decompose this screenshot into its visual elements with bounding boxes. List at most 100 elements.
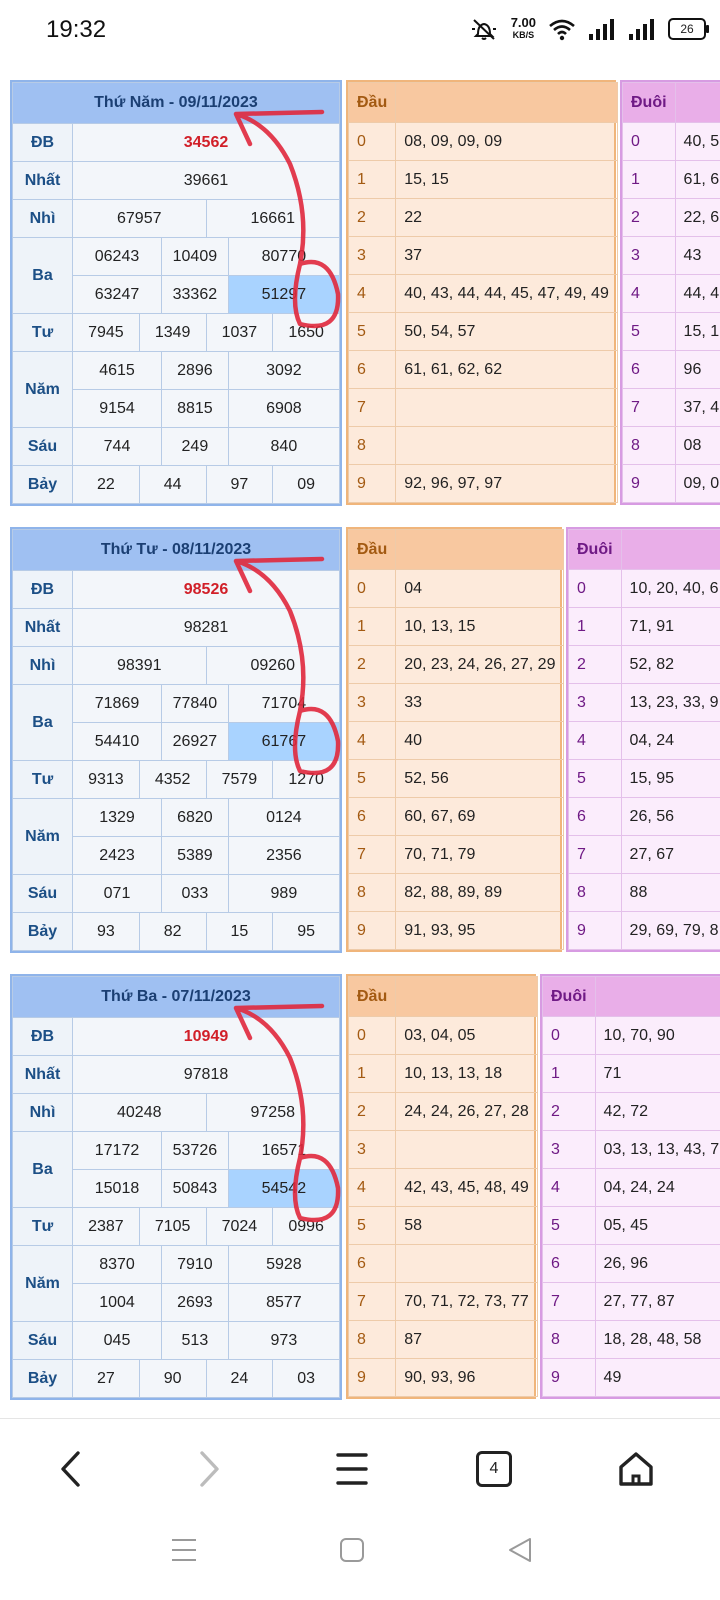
tabs-button[interactable]: 4 bbox=[472, 1447, 516, 1491]
prize-value: 82 bbox=[138, 912, 207, 951]
table-row: 7 bbox=[347, 388, 618, 427]
prize-value: 71704 bbox=[227, 684, 341, 723]
dau-values: 37 bbox=[395, 236, 618, 275]
system-back-button[interactable] bbox=[498, 1528, 542, 1572]
prize-value: 44 bbox=[138, 465, 207, 504]
digit-cell: 9 bbox=[542, 1358, 596, 1397]
duoi-table: Đuôi 0 10, 20, 40, 6 1 71, 91 2 52, 82 3 13, 23,… bbox=[566, 527, 720, 952]
dau-table: Đầu 0 08, 09, 09, 09 1 15, 15 2 22 3 37 4 40, 43, … bbox=[346, 80, 618, 505]
results-page[interactable]: Thứ Năm - 09/11/2023 ĐB 34562 Nhất 39661 Nhì 6… bbox=[0, 64, 720, 1418]
digit-cell: 7 bbox=[568, 835, 622, 874]
prize-value: 1329 bbox=[72, 798, 162, 837]
chevron-right-icon bbox=[200, 1451, 219, 1487]
prize-label: Bảy bbox=[12, 465, 73, 504]
prize-value: 045 bbox=[72, 1321, 162, 1360]
dau-values bbox=[395, 426, 618, 465]
table-row: 1 61, 6 bbox=[622, 160, 720, 199]
table-row: 0 04 bbox=[347, 569, 565, 608]
digit-cell: 4 bbox=[542, 1168, 596, 1207]
prize-label: Năm bbox=[12, 351, 73, 428]
digit-cell: 5 bbox=[542, 1206, 596, 1245]
table-row: 2 52, 82 bbox=[568, 645, 720, 684]
dau-values bbox=[395, 388, 618, 427]
digit-cell: 1 bbox=[347, 607, 397, 646]
table-row: 7 27, 77, 87 bbox=[542, 1282, 720, 1321]
recent-apps-button[interactable] bbox=[162, 1528, 206, 1572]
table-row: 6 60, 67, 69 bbox=[347, 797, 565, 836]
table-row: 3 33 bbox=[347, 683, 565, 722]
prize-value: 98391 bbox=[72, 646, 207, 685]
prize-value: 16571 bbox=[227, 1131, 341, 1170]
dau-values: 40, 43, 44, 44, 45, 47, 49, 49 bbox=[395, 274, 618, 313]
home-system-button[interactable] bbox=[330, 1528, 374, 1572]
prize-value: 1650 bbox=[272, 313, 340, 352]
duoi-header-spacer bbox=[620, 529, 720, 570]
table-row: 2 20, 23, 24, 26, 27, 29 bbox=[347, 645, 565, 684]
digit-cell: 4 bbox=[347, 1168, 397, 1207]
digit-cell: 7 bbox=[347, 1282, 397, 1321]
prize-value: 98281 bbox=[72, 608, 340, 647]
table-row: 0 10, 70, 90 bbox=[542, 1016, 720, 1055]
prize-label: Tư bbox=[12, 313, 73, 352]
digit-cell: 7 bbox=[347, 835, 397, 874]
duoi-values: 03, 13, 13, 43, 7 bbox=[594, 1130, 720, 1169]
prize-label: Bảy bbox=[12, 912, 73, 951]
table-row: 5 15, 1 bbox=[622, 312, 720, 351]
back-button[interactable] bbox=[48, 1447, 92, 1491]
prize-value: 3092 bbox=[227, 351, 341, 390]
prize-label: Nhất bbox=[12, 608, 73, 647]
special-prize-value: 34562 bbox=[72, 123, 340, 162]
digit-cell: 3 bbox=[568, 683, 622, 722]
prize-label: ĐB bbox=[12, 123, 73, 162]
dau-values: 90, 93, 96 bbox=[395, 1358, 538, 1397]
dau-values: 15, 15 bbox=[395, 160, 618, 199]
status-icons: 7.00 KB/S 26 bbox=[469, 15, 709, 42]
duoi-values: 08 bbox=[674, 426, 720, 465]
prize-value: 6908 bbox=[227, 389, 341, 428]
digit-cell: 6 bbox=[347, 1244, 397, 1283]
prize-label: ĐB bbox=[12, 1017, 73, 1056]
prize-label: Tư bbox=[12, 760, 73, 799]
digit-cell: 4 bbox=[568, 721, 622, 760]
digit-cell: 2 bbox=[347, 1092, 397, 1131]
prize-value: 8370 bbox=[72, 1245, 162, 1284]
digit-cell: 3 bbox=[347, 1130, 397, 1169]
prize-value: 973 bbox=[227, 1321, 341, 1360]
table-row: 7 37, 4 bbox=[622, 388, 720, 427]
prize-value: 15 bbox=[205, 912, 274, 951]
table-row: 4 40 bbox=[347, 721, 565, 760]
forward-button[interactable] bbox=[188, 1447, 232, 1491]
dau-values: 10, 13, 13, 18 bbox=[395, 1054, 538, 1093]
dau-values: 91, 93, 95 bbox=[395, 911, 565, 950]
square-home-icon bbox=[340, 1538, 364, 1562]
table-row: 6 26, 96 bbox=[542, 1244, 720, 1283]
prize-value: 1004 bbox=[72, 1283, 162, 1322]
duoi-values: 15, 1 bbox=[674, 312, 720, 351]
prize-value: 97258 bbox=[205, 1093, 340, 1132]
table-row: 3 03, 13, 13, 43, 7 bbox=[542, 1130, 720, 1169]
draw-date-title: Thứ Năm - 09/11/2023 bbox=[12, 82, 340, 124]
prize-value: 40248 bbox=[72, 1093, 207, 1132]
table-row: 5 58 bbox=[347, 1206, 538, 1245]
menu-button[interactable] bbox=[330, 1447, 374, 1491]
prize-value: 54410 bbox=[72, 722, 162, 761]
digit-cell: 1 bbox=[347, 160, 397, 199]
prize-label: Bảy bbox=[12, 1359, 73, 1398]
prize-value: 71869 bbox=[72, 684, 162, 723]
home-button[interactable] bbox=[614, 1447, 658, 1491]
table-row: 8 87 bbox=[347, 1320, 538, 1359]
table-row: 9 49 bbox=[542, 1358, 720, 1397]
digit-cell: 3 bbox=[347, 236, 397, 275]
network-speed: 7.00 KB/S bbox=[510, 15, 536, 40]
dau-values: 24, 24, 26, 27, 28 bbox=[395, 1092, 538, 1131]
prize-value: 2693 bbox=[161, 1283, 229, 1322]
prize-label: Ba bbox=[12, 237, 73, 314]
duoi-header: Đuôi bbox=[542, 976, 596, 1017]
dau-values: 08, 09, 09, 09 bbox=[395, 122, 618, 161]
dau-values bbox=[395, 1244, 538, 1283]
duoi-values: 26, 56 bbox=[620, 797, 720, 836]
status-bar: 19:32 7.00 KB/S 26 bbox=[0, 0, 720, 64]
dau-table: Đầu 0 03, 04, 05 1 10, 13, 13, 18 2 24, 24, 26… bbox=[346, 974, 538, 1399]
table-row: 8 88 bbox=[568, 873, 720, 912]
prize-value: 03 bbox=[272, 1359, 340, 1398]
